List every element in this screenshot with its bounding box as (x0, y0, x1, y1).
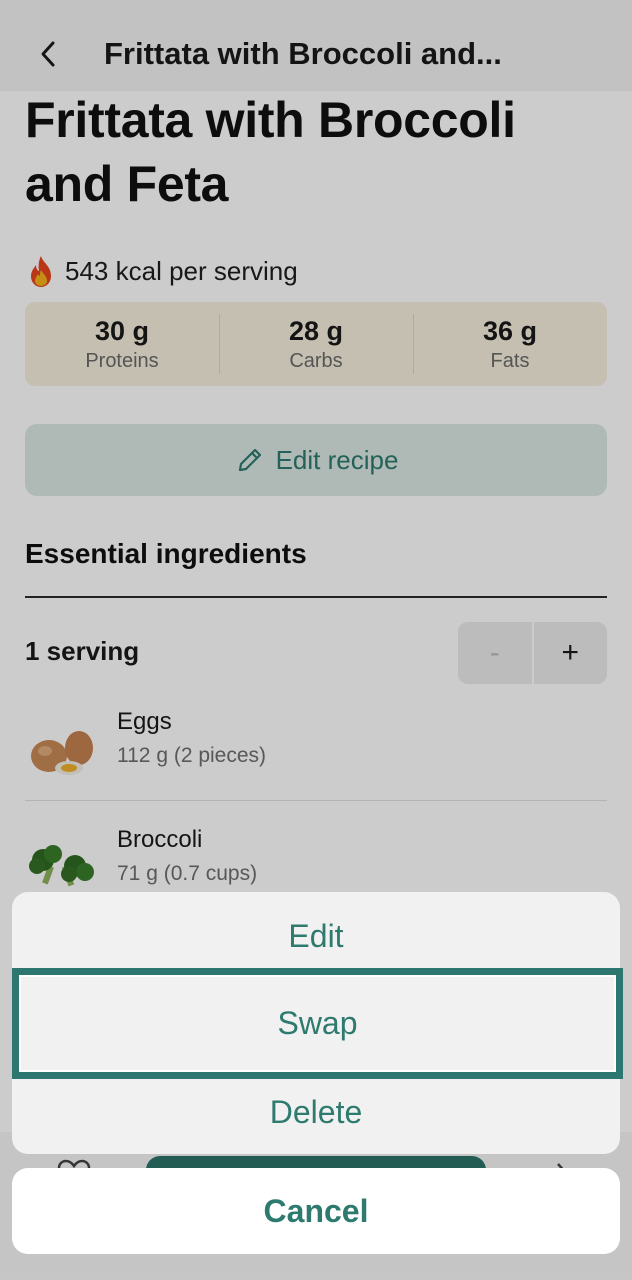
action-swap[interactable]: Swap (19, 975, 616, 1072)
action-delete[interactable]: Delete (12, 1068, 620, 1156)
cancel-button[interactable]: Cancel (12, 1168, 620, 1254)
action-swap-highlight: Swap (12, 968, 623, 1079)
action-edit[interactable]: Edit (12, 892, 620, 980)
